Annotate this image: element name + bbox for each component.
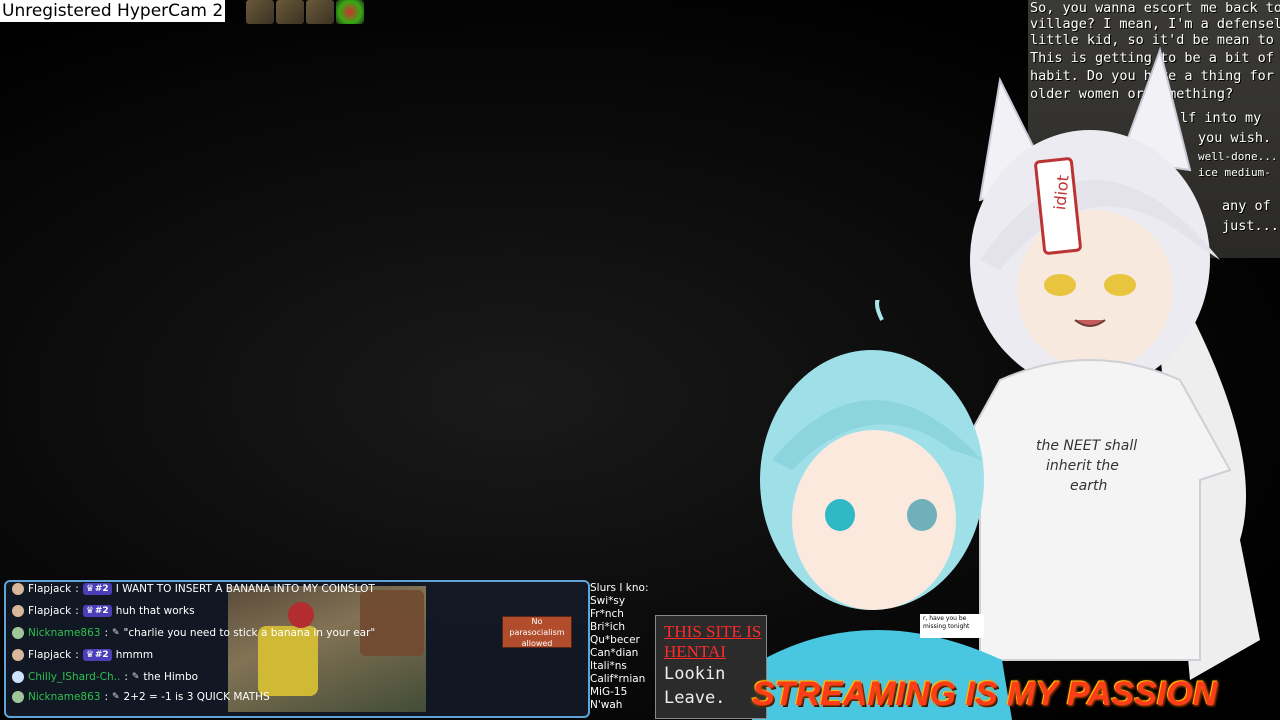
fox-shirt-line: earth — [1070, 478, 1107, 494]
fox-shirt-line: inherit the — [1046, 458, 1119, 474]
emote-icon — [306, 0, 334, 24]
slurs-item: Qu*becer — [590, 634, 640, 646]
site-gray-text: Leave. — [664, 688, 726, 708]
pencil-icon: ✎ — [131, 672, 140, 682]
chat-text: hmmm — [115, 649, 154, 661]
avatar — [12, 627, 24, 639]
slurs-item: Fr*nch — [590, 608, 624, 620]
chat-username: Nickname863 — [28, 691, 101, 703]
chat-message: Flapjack: ♛ #2 hmmm — [12, 646, 153, 664]
crown-badge: ♛ #2 — [82, 605, 112, 617]
slurs-item: Swi*sy — [590, 595, 626, 607]
dialog-line: village? I mean, I'm a defenseless — [1030, 16, 1280, 32]
chat-message: Flapjack: ♛ #2 huh that works — [12, 602, 195, 620]
chat-text: "charlie you need to stick a banana in y… — [123, 627, 376, 639]
chat-username: Chilly_IShard-Ch.. — [28, 671, 121, 683]
emote-icon — [336, 0, 364, 24]
chat-overlay: Flapjack: ♛ #2 I WANT TO INSERT A BANANA … — [4, 580, 590, 718]
pencil-icon: ✎ — [112, 628, 120, 638]
fox-forehead-tag: idiot — [1050, 174, 1073, 211]
stream-canvas: Unregistered HyperCam 2 So, you wanna es… — [0, 0, 1280, 720]
avatar — [12, 691, 24, 703]
site-gray-text: Lookin — [664, 664, 726, 684]
site-warning-text: THIS SITE IS — [664, 622, 762, 641]
emote-icon — [276, 0, 304, 24]
crown-badge: ♛ #2 — [82, 583, 112, 595]
chat-message: Chilly_IShard-Ch..: ✎ the Himbo — [12, 668, 198, 686]
slurs-list: Slurs I kno: Swi*sy Fr*nch Bri*ich Qu*be… — [590, 582, 650, 712]
emote-strip — [246, 0, 366, 24]
chat-username: Flapjack — [28, 649, 72, 661]
site-warning-box: THIS SITE IS HENTAI Lookin Leave. — [655, 615, 767, 719]
chat-text: huh that works — [115, 605, 195, 617]
chat-text: 2+2 = -1 is 3 QUICK MATHS — [123, 691, 270, 703]
site-warning-text: HENTAI — [664, 642, 726, 661]
chat-message: Nickname863: ✎ "charlie you need to stic… — [12, 624, 375, 642]
slurs-item: Can*dian — [590, 647, 639, 659]
slurs-item: N'wah — [590, 699, 623, 711]
avatar — [12, 583, 24, 595]
video-figure — [360, 590, 424, 656]
chat-text: the Himbo — [143, 671, 199, 683]
chat-message: Nickname863: ✎ 2+2 = -1 is 3 QUICK MATHS — [12, 688, 270, 706]
pencil-icon: ✎ — [112, 692, 120, 702]
chat-username: Flapjack — [28, 605, 72, 617]
avatar — [12, 649, 24, 661]
chat-username: Nickname863 — [28, 627, 101, 639]
streaming-passion-banner: STREAMING IS MY PASSION — [752, 675, 1218, 713]
speech-bubble: r, have you be missing tonight — [920, 614, 984, 638]
crown-badge: ♛ #2 — [82, 649, 112, 661]
dialog-line: So, you wanna escort me back to the — [1030, 0, 1280, 16]
slurs-item: Calif*rnian — [590, 673, 646, 685]
fox-shirt-line: the NEET shall — [1036, 438, 1137, 454]
avatar — [12, 671, 24, 683]
chat-username: Flapjack — [28, 583, 72, 595]
hypercam-watermark: Unregistered HyperCam 2 — [0, 0, 226, 22]
avatar — [12, 605, 24, 617]
slurs-item: Itali*ns — [590, 660, 627, 672]
no-parasocialism-sign: No parasocialism allowed — [502, 616, 572, 648]
chat-text: I WANT TO INSERT A BANANA INTO MY COINSL… — [115, 583, 375, 595]
slurs-item: Slurs I kno: — [590, 582, 649, 594]
emote-icon — [246, 0, 274, 24]
slurs-item: MiG-15 — [590, 686, 628, 698]
slurs-item: Bri*ich — [590, 621, 626, 633]
vtuber-blue-hair-boy — [752, 300, 1012, 720]
chat-message: Flapjack: ♛ #2 I WANT TO INSERT A BANANA … — [12, 582, 375, 598]
